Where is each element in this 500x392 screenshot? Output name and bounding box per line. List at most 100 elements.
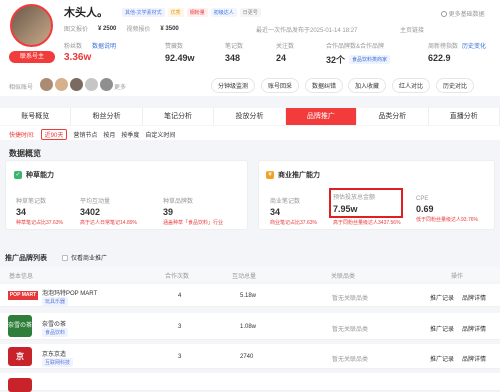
recent-update: 最近一次作品发布于2025-01-14 18:27 <box>256 28 358 34</box>
related-category: 暂无关联品类 <box>332 296 369 302</box>
table-row: 奈雪の茶 奈雪の茶 食品饮料 3 1.08w 暂无关联品类 推广记录 品牌详情 <box>0 313 500 340</box>
filter-by-quarter[interactable]: 按季度 <box>121 130 139 139</box>
price-row: 图文报价 ¥ 2500 视频报价 ¥ 3500 <box>64 24 179 34</box>
data-correction-button[interactable]: 数据纠错 <box>305 78 344 93</box>
tab-fans[interactable]: 粉丝分析 <box>71 108 143 125</box>
tab-category[interactable]: 品类分析 <box>357 108 429 125</box>
filter-by-month[interactable]: 按月 <box>103 130 115 139</box>
brand-tag: 互联网科技 <box>42 358 74 367</box>
stat-likes: 赞藏数 92.49w <box>165 44 195 63</box>
video-price-value: ¥ 3500 <box>160 25 179 32</box>
brand-logo: 奈雪の茶 <box>8 315 32 337</box>
brand-name[interactable]: 泡泡玛特POP MART <box>42 288 97 297</box>
seeding-metric-brands: 种草品牌数 39 涵盖种草「食品饮料」行业 <box>163 199 224 226</box>
similar-avatar[interactable] <box>55 78 68 91</box>
brand-logo <box>8 378 32 392</box>
commercial-metric-notes: 商业笔记数 34 商业笔记占比37.63% <box>270 199 317 226</box>
tab-brand-promotion[interactable]: 品牌推广 <box>285 108 358 125</box>
add-favorite-button[interactable]: 加入收藏 <box>348 78 387 93</box>
tab-notes[interactable]: 笔记分析 <box>142 108 215 125</box>
talent-level-badge: 初级达人 <box>210 8 237 17</box>
table-row: 京 京东京造 互联网科技 3 2740 暂无关联品类 推广记录 品牌详情 <box>0 344 500 369</box>
commercial-metric-spend: 预估投放总金额 7.95w 高于同粉丝量级达人3437.56% <box>333 195 401 226</box>
recollect-button[interactable]: 账号回采 <box>261 78 300 93</box>
similar-avatars <box>40 78 113 91</box>
brand-detail-link[interactable]: 品牌详情 <box>462 354 486 363</box>
brand-detail-link[interactable]: 品牌详情 <box>462 293 486 302</box>
copy-link[interactable]: 主页链接 <box>400 25 424 34</box>
account-name: 木头人。 <box>64 7 108 19</box>
similar-more-link[interactable]: 更多 <box>114 82 126 91</box>
similar-avatar[interactable] <box>100 78 113 91</box>
col-actions: 操作 <box>451 274 464 280</box>
history-change-link[interactable]: 历史变化 <box>462 41 486 50</box>
badges-row: 其他-文学素材式 优秀 钢粉量 初级达人 日更号 <box>122 8 261 17</box>
influencer-compare-button[interactable]: 红人对比 <box>392 78 431 93</box>
avatar[interactable] <box>10 4 53 47</box>
interaction-total: 2740 <box>240 354 254 360</box>
contact-owner-button[interactable]: 联系号主 <box>9 51 55 63</box>
tab-live[interactable]: 直播分析 <box>428 108 500 125</box>
fans-value: 3.36w <box>64 52 92 63</box>
history-compare-button[interactable]: 历史对比 <box>436 78 475 93</box>
promotion-record-link[interactable]: 推广记录 <box>430 324 454 333</box>
similar-avatar[interactable] <box>40 78 53 91</box>
commercial-header: ¥ 商业推广能力 <box>266 170 320 180</box>
filter-row: 快捷时间: 近90天 营销节点 按月 按季度 自定义时间 <box>9 129 175 140</box>
main-tabs: 账号概览 粉丝分析 笔记分析 投放分析 品牌推广 品类分析 直播分析 <box>0 108 500 125</box>
image-price-value: ¥ 2500 <box>98 25 117 32</box>
brand-tag: 食品饮料 <box>42 328 69 337</box>
brand-name[interactable]: 奈雪の茶 <box>42 319 66 328</box>
filter-custom-time[interactable]: 自定义时间 <box>145 130 175 139</box>
tab-overview[interactable]: 账号概览 <box>0 108 72 125</box>
quick-time-label: 快捷时间: <box>9 133 35 139</box>
brand-tag: 玩具乐器 <box>42 297 69 306</box>
similar-avatar[interactable] <box>85 78 98 91</box>
stat-notes: 笔记数 348 <box>225 44 244 63</box>
coin-icon: ¥ <box>266 171 274 179</box>
seeding-metric-notes: 种草笔记数 34 种草笔记占比37.63% <box>16 199 63 226</box>
commercial-metric-cpe: CPE 0.69 低于同粉丝量级达人93.76% <box>416 196 478 223</box>
fans-level-badge: 钢粉量 <box>186 8 208 17</box>
fans-label: 粉丝数 <box>64 44 83 50</box>
excellent-badge: 优秀 <box>167 8 184 17</box>
overview-title: 数据概览 <box>9 149 41 158</box>
col-related-category: 关联品类 <box>331 274 356 280</box>
table-row <box>0 373 500 392</box>
similar-label: 相似账号 <box>9 85 34 91</box>
tab-delivery[interactable]: 投放分析 <box>214 108 286 125</box>
col-cooperation-count: 合作次数 <box>165 274 190 280</box>
video-price-label: 视频报价 <box>126 27 151 33</box>
category-badge: 其他-文学素材式 <box>122 8 165 17</box>
image-price-label: 图文报价 <box>64 27 89 33</box>
interaction-total: 5.18w <box>240 293 257 299</box>
stat-brands: 合作品牌数&合作品牌 32个 食品饮料类商家 <box>326 41 391 66</box>
update-badge: 日更号 <box>239 8 261 17</box>
cooperation-count: 3 <box>178 324 182 330</box>
checkbox[interactable] <box>62 254 68 261</box>
action-bar: 分钟级监测 账号回采 数据纠错 <box>211 78 344 93</box>
check-icon: ✓ <box>14 171 22 179</box>
cooperation-count: 4 <box>178 293 182 299</box>
brand-name[interactable]: 京东京造 <box>42 349 66 358</box>
data-explain-link[interactable]: 数据说明 <box>92 41 116 50</box>
only-commercial-toggle[interactable]: 仅看商业推广 <box>62 253 107 262</box>
similar-avatar[interactable] <box>70 78 83 91</box>
brand-category-tag: 食品饮料类商家 <box>349 55 391 64</box>
promotion-record-link[interactable]: 推广记录 <box>430 354 454 363</box>
brand-logo: 京 <box>8 347 32 366</box>
seeding-metric-interaction: 平均互动量 3402 高于达人日常笔记14.89% <box>80 199 137 226</box>
time-select-90d[interactable]: 近90天 <box>40 129 68 140</box>
related-category: 暂无关联品类 <box>332 327 369 333</box>
promotion-record-link[interactable]: 推广记录 <box>430 293 454 302</box>
minute-monitor-button[interactable]: 分钟级监测 <box>211 78 256 93</box>
col-interaction-total: 互动总量 <box>232 274 257 280</box>
stat-index: 周新榜指数 历史变化 622.9 <box>428 41 486 63</box>
brand-detail-link[interactable]: 品牌详情 <box>462 324 486 333</box>
filter-marketing-node[interactable]: 营销节点 <box>73 130 97 139</box>
brand-logo: POP MART <box>8 291 38 300</box>
col-basic-info: 基本信息 <box>9 274 34 280</box>
brand-list-title: 推广品牌列表 <box>5 255 47 262</box>
more-info-link[interactable]: 更多基础数据 <box>441 9 485 18</box>
table-row: POP MART 泡泡玛特POP MART 玩具乐器 4 5.18w 暂无关联品… <box>0 284 500 307</box>
